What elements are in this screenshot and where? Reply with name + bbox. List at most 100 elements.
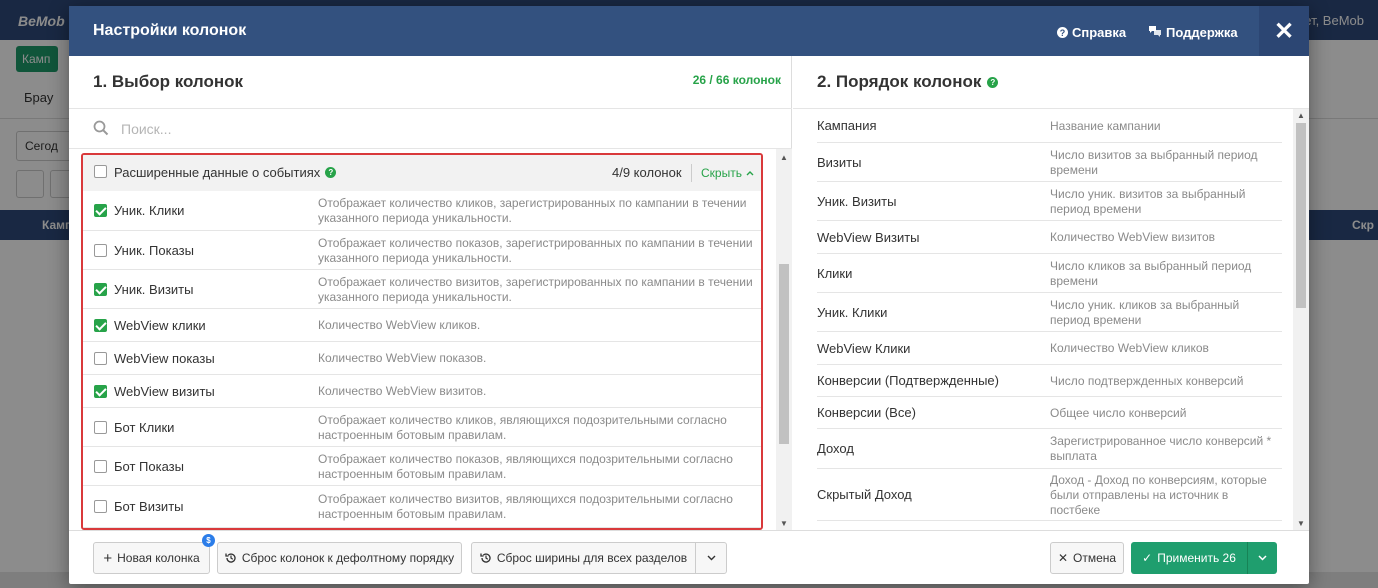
column-order-title-text: 2. Порядок колонок [817, 72, 982, 91]
column-option-description: Отображает количество показов, зарегистр… [318, 235, 753, 265]
column-option-row[interactable]: WebView клики Количество WebView кликов. [83, 309, 761, 342]
column-option-row[interactable]: Уник. Показы Отображает количество показо… [83, 231, 761, 270]
column-option-description: Количество WebView визитов. [318, 383, 487, 398]
column-order-scrollbar[interactable]: ▲ ▼ [1293, 109, 1309, 530]
chevron-down-icon [707, 555, 715, 561]
modal-header: Настройки колонок ? Справка Поддержка ✕ [69, 6, 1309, 56]
reset-options-dropdown[interactable] [695, 542, 727, 574]
chevron-up-icon [746, 171, 754, 176]
column-order-row[interactable]: Уник. Визиты Число уник. визитов за выбра… [817, 182, 1282, 221]
close-button[interactable]: ✕ [1259, 6, 1309, 56]
column-settings-modal: Настройки колонок ? Справка Поддержка ✕ … [69, 6, 1309, 584]
history-icon [480, 553, 491, 563]
scroll-up-icon[interactable]: ▲ [1297, 111, 1305, 120]
column-order-row[interactable]: Кампания Название кампании [817, 109, 1282, 143]
reset-width-label: Сброс ширины для всех разделов [496, 551, 688, 565]
column-selection-panel: 1. Выбор колонок 26 / 66 колонок Расшире… [69, 56, 792, 530]
column-option-description: Количество WebView показов. [318, 350, 487, 365]
group-header: Расширенные данные о событиях ? 4/9 коло… [83, 155, 761, 191]
column-checkbox[interactable] [94, 459, 107, 473]
column-order-description: Число уник. кликов за выбранный период в… [1050, 297, 1240, 327]
group-select-all-checkbox[interactable] [94, 165, 107, 178]
column-checkbox[interactable] [94, 243, 107, 257]
column-option-description: Отображает количество визитов, являющихс… [318, 492, 733, 521]
column-order-name: Конверсии (Подтвержденные) [817, 373, 999, 388]
new-column-label: Новая колонка [117, 551, 200, 565]
apply-button[interactable]: ✓ Применить 26 [1131, 542, 1247, 574]
help-label: Справка [1072, 25, 1127, 40]
reset-order-label: Сброс колонок к дефолтному порядку [241, 551, 455, 565]
question-icon[interactable]: ? [987, 76, 999, 88]
column-option-name: WebView показы [114, 350, 215, 366]
column-option-description: Отображает количество визитов, зарегистр… [318, 274, 753, 304]
scroll-down-icon[interactable]: ▼ [1297, 519, 1305, 528]
column-order-row[interactable]: Клики Число кликов за выбранный период вр… [817, 254, 1282, 293]
cancel-button[interactable]: ✕ Отмена [1050, 542, 1124, 574]
column-order-row[interactable]: Конверсии (Подтвержденные) Число подтверж… [817, 365, 1282, 397]
reset-width-button[interactable]: Сброс ширины для всех разделов [471, 542, 696, 574]
question-icon[interactable]: ? [325, 167, 337, 178]
apply-options-dropdown[interactable] [1247, 542, 1277, 574]
question-icon: ? [1057, 27, 1068, 38]
column-option-name: Уник. Визиты [114, 281, 194, 297]
column-option-name: Бот Клики [114, 419, 175, 435]
column-option-row[interactable]: Бот Показы Отображает количество показов,… [83, 447, 761, 486]
group-label: Расширенные данные о событиях ? [114, 165, 337, 180]
column-checkbox[interactable] [94, 318, 107, 332]
column-order-name: Доход [817, 441, 854, 456]
cancel-label: Отмена [1073, 551, 1117, 565]
scroll-down-icon[interactable]: ▼ [780, 519, 788, 528]
column-checkbox[interactable] [94, 282, 107, 296]
column-option-row[interactable]: Бот Клики Отображает количество кликов, я… [83, 408, 761, 447]
check-icon: ✓ [1142, 551, 1153, 565]
scrollbar-thumb[interactable] [779, 264, 789, 444]
search-input[interactable] [121, 117, 721, 141]
search-icon [93, 120, 109, 136]
scroll-up-icon[interactable]: ▲ [780, 153, 788, 162]
column-option-row[interactable]: WebView показы Количество WebView показов… [83, 342, 761, 375]
column-checkbox[interactable] [94, 420, 107, 434]
column-checkbox[interactable] [94, 351, 107, 365]
column-order-description: Название кампании [1050, 118, 1161, 133]
column-option-description: Отображает количество кликов, являющихся… [318, 412, 727, 442]
column-list-scrollbar[interactable]: ▲ ▼ [776, 149, 792, 530]
column-option-row[interactable]: Бот Визиты Отображает количество визитов,… [83, 486, 761, 528]
column-order-row[interactable]: Доход Зарегистрированное число конверсий … [817, 429, 1282, 469]
column-order-row[interactable]: WebView Визиты Количество WebView визитов [817, 221, 1282, 254]
column-order-name: Клики [817, 265, 853, 281]
column-option-row[interactable]: WebView визиты Количество WebView визитов… [83, 375, 761, 408]
column-option-name: Уник. Показы [114, 242, 194, 258]
extended-events-group: Расширенные данные о событиях ? 4/9 коло… [81, 153, 763, 530]
support-link[interactable]: Поддержка [1148, 25, 1238, 40]
history-icon [225, 553, 236, 563]
reset-order-button[interactable]: Сброс колонок к дефолтному порядку [217, 542, 462, 574]
column-order-name: Визиты [817, 154, 862, 170]
column-order-name: Скрытый Доход [817, 487, 912, 502]
column-order-row[interactable]: Визиты Число визитов за выбранный период … [817, 143, 1282, 182]
modal-title: Настройки колонок [93, 22, 247, 39]
column-option-row[interactable]: Уник. Клики Отображает количество кликов,… [83, 191, 761, 231]
new-column-button[interactable]: + Новая колонка [93, 542, 210, 574]
help-link[interactable]: ? Справка [1057, 25, 1126, 40]
column-option-description: Отображает количество кликов, зарегистри… [318, 196, 747, 225]
selected-columns-count: 26 / 66 колонок [692, 73, 781, 87]
modal-footer: + Новая колонка $ Сброс колонок к дефолт… [69, 530, 1309, 584]
column-order-row[interactable]: WebView Клики Количество WebView кликов [817, 332, 1282, 365]
column-option-name: WebView клики [114, 317, 206, 333]
column-checkbox[interactable] [94, 500, 107, 513]
column-order-row[interactable]: Уник. Клики Число уник. кликов за выбранн… [817, 293, 1282, 332]
column-order-row[interactable]: Конверсии (Все) Общее число конверсий [817, 397, 1282, 429]
apply-label: Применить 26 [1157, 551, 1236, 565]
plus-icon: + [103, 549, 113, 567]
scrollbar-thumb[interactable] [1296, 123, 1306, 308]
column-order-name: Уник. Клики [817, 304, 888, 320]
column-checkbox[interactable] [94, 384, 107, 398]
group-collapse-button[interactable]: Скрыть [701, 166, 754, 180]
column-checkbox[interactable] [94, 204, 107, 217]
column-option-name: Бот Показы [114, 458, 184, 474]
column-option-name: WebView визиты [114, 383, 215, 399]
column-order-description: Доход - Доход по конверсиям, которые был… [1050, 472, 1267, 517]
close-icon: ✕ [1273, 17, 1295, 45]
column-option-row[interactable]: Уник. Визиты Отображает количество визито… [83, 270, 761, 309]
column-order-row[interactable]: Скрытый Доход Доход - Доход по конверсиям… [817, 469, 1282, 521]
